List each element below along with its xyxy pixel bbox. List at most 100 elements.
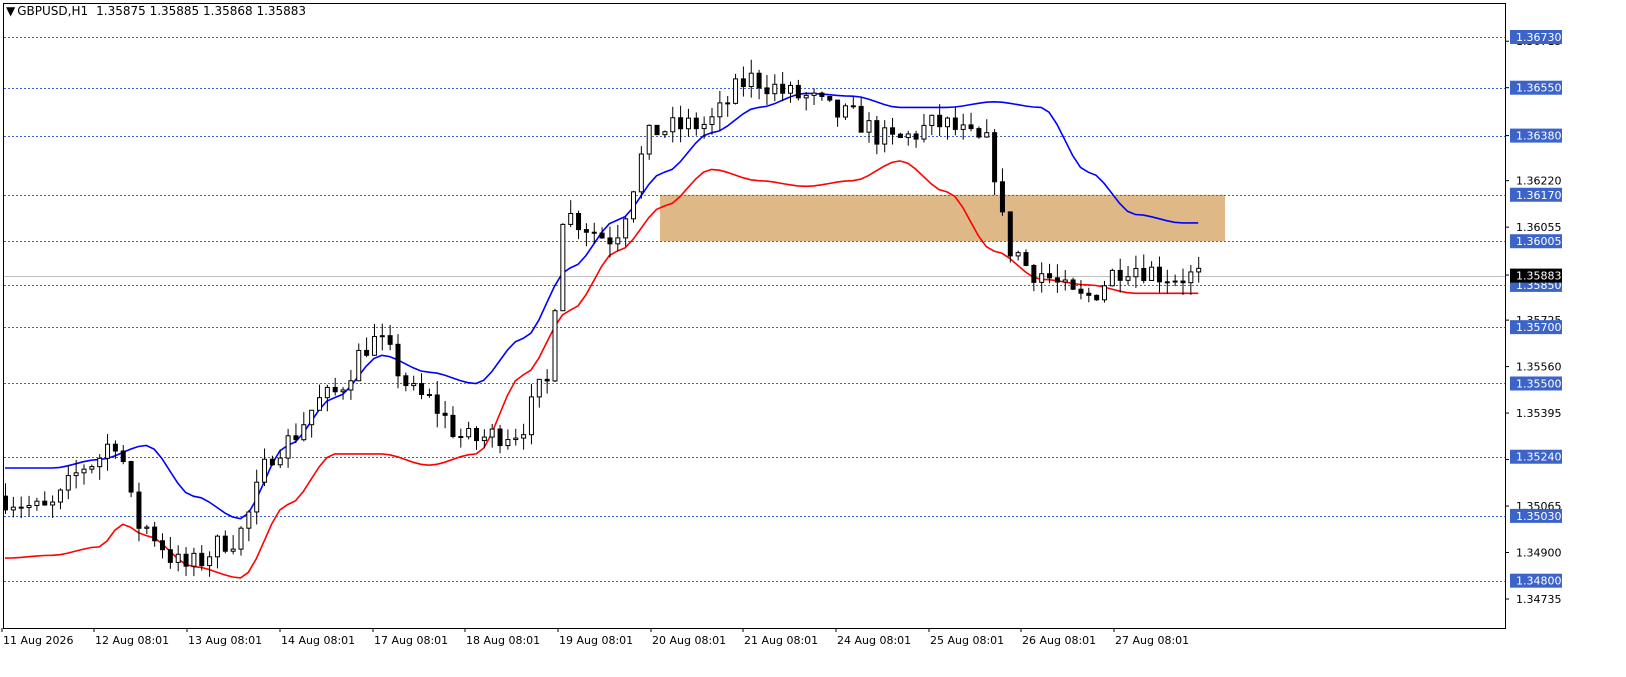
candle-body	[505, 439, 511, 447]
candle-body	[89, 466, 95, 470]
candle-body	[921, 124, 927, 140]
candle-body	[1102, 285, 1107, 301]
time-tick-label: 13 Aug 08:01	[188, 634, 262, 647]
candle-body	[1156, 266, 1162, 283]
candle-body	[395, 343, 401, 377]
price-tick-label: 1.36220	[1516, 175, 1562, 188]
candle-body	[513, 437, 519, 441]
collapse-arrow-icon[interactable]: ▼	[6, 4, 15, 18]
candle-body	[293, 435, 299, 441]
candle-body	[788, 84, 793, 94]
candle-body	[18, 506, 24, 509]
candle-body	[152, 526, 158, 542]
candle[interactable]	[1109, 268, 1115, 287]
candle-body	[466, 428, 472, 438]
candle-body	[34, 500, 40, 507]
candle-body	[1117, 269, 1123, 281]
candle-body	[301, 424, 307, 441]
candle-body	[50, 501, 56, 506]
candle-body	[999, 181, 1005, 213]
candle[interactable]	[646, 124, 652, 160]
candle-body	[709, 116, 715, 125]
candle-body	[3, 495, 8, 511]
candle-body	[1109, 269, 1115, 287]
candle-body	[937, 114, 943, 128]
candle-body	[654, 124, 660, 136]
candle-body	[1149, 266, 1155, 281]
candle-body	[1188, 271, 1194, 284]
plot-area	[3, 3, 1506, 629]
candle-body	[638, 153, 644, 193]
level-price-label: 1.36550	[1516, 82, 1562, 95]
candle-body	[1070, 279, 1076, 290]
candle[interactable]	[128, 460, 134, 498]
candle-body	[992, 132, 998, 183]
candle[interactable]	[631, 190, 636, 223]
candle-body	[748, 72, 754, 88]
level-price-label: 1.35500	[1516, 377, 1562, 390]
candle-body	[105, 443, 111, 459]
candle-body	[167, 549, 173, 563]
candle-body	[882, 127, 888, 145]
candle-body	[191, 552, 197, 567]
candle-body	[1007, 211, 1013, 257]
time-tick-label: 18 Aug 08:01	[466, 634, 540, 647]
candle[interactable]	[552, 308, 558, 383]
candle[interactable]	[654, 124, 660, 136]
candle[interactable]	[842, 103, 848, 121]
candle[interactable]	[976, 126, 982, 139]
candle-body	[827, 95, 833, 101]
level-price-label: 1.36005	[1516, 235, 1562, 248]
candle-body	[1086, 292, 1092, 296]
price-tick-label: 1.35560	[1516, 361, 1562, 374]
candle-body	[576, 212, 582, 231]
candle-body	[1039, 273, 1045, 283]
candle-body	[1023, 252, 1029, 266]
candle-body	[615, 237, 621, 245]
candle-body	[725, 102, 731, 105]
candle-body	[199, 552, 205, 567]
candle-body	[65, 475, 71, 491]
candle-body	[26, 505, 32, 509]
candle-body	[497, 428, 503, 447]
time-tick-label: 27 Aug 08:01	[1115, 634, 1189, 647]
candle[interactable]	[733, 73, 739, 105]
price-chart[interactable]: 1.367151.365501.363801.362201.360551.358…	[0, 0, 1626, 677]
candle-body	[458, 435, 464, 438]
candle[interactable]	[1007, 211, 1013, 263]
candle-body	[214, 535, 220, 558]
candle-body	[1015, 252, 1021, 257]
candle-body	[1078, 288, 1084, 294]
candle-body	[324, 386, 330, 399]
candle-body	[976, 128, 982, 138]
time-tick-label: 24 Aug 08:01	[837, 634, 911, 647]
candle-body	[803, 94, 809, 99]
time-tick-label: 26 Aug 08:01	[1022, 634, 1096, 647]
candle-body	[662, 131, 668, 136]
candle-body	[568, 212, 574, 225]
candle-body	[246, 511, 252, 529]
candle-body	[764, 87, 770, 95]
candle-body	[819, 92, 825, 97]
candle-body	[419, 383, 425, 395]
candle-body	[481, 436, 487, 442]
candle-body	[984, 132, 990, 138]
candle-body	[238, 527, 244, 550]
candle-body	[1172, 280, 1178, 283]
candle-body	[285, 435, 291, 459]
candle-body	[552, 310, 558, 382]
time-tick-label: 12 Aug 08:01	[95, 634, 169, 647]
candle-body	[733, 78, 739, 104]
candle-body	[73, 472, 79, 477]
candle-body	[183, 553, 189, 567]
candle-body	[317, 397, 322, 411]
candle-body	[434, 394, 440, 414]
time-tick-label: 20 Aug 08:01	[652, 634, 726, 647]
candle[interactable]	[560, 223, 566, 312]
candle-body	[379, 335, 385, 338]
candle[interactable]	[638, 146, 644, 199]
candle-body	[309, 409, 315, 426]
candle-body	[528, 396, 534, 436]
candle[interactable]	[1094, 294, 1100, 301]
candle-body	[521, 434, 527, 439]
